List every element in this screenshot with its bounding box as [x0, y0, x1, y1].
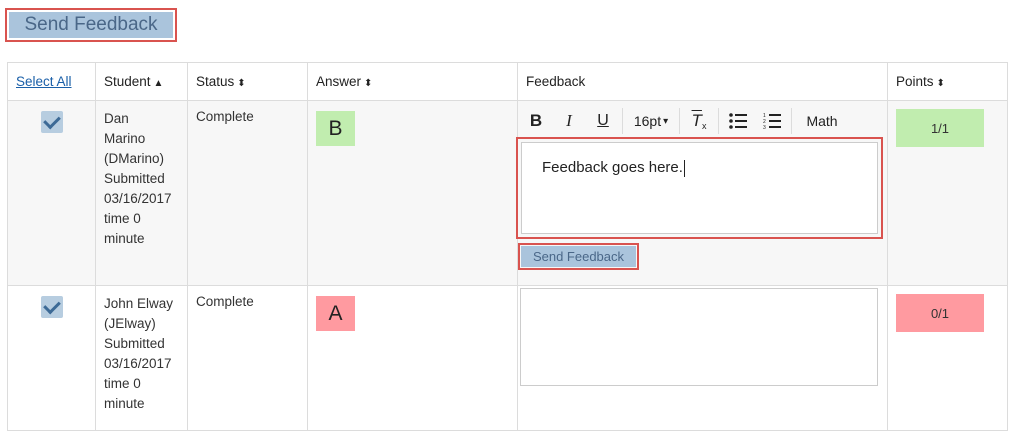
student-line: Marino	[104, 131, 146, 146]
toolbar-divider	[791, 108, 792, 134]
svg-text:3: 3	[763, 125, 766, 130]
points-badge[interactable]: 1/1	[896, 109, 984, 147]
sort-icon: ⬍	[936, 78, 945, 89]
student-line: John Elway	[104, 296, 174, 311]
feedback-editor[interactable]: Feedback goes here.	[521, 142, 878, 234]
answer-badge: B	[316, 111, 355, 146]
table-row: John Elway (JElway) Submitted 03/16/2017…	[7, 285, 1008, 431]
numbered-list-icon: 123	[763, 113, 781, 130]
points-cell: 0/1	[887, 285, 1008, 431]
feedback-cell	[517, 285, 888, 431]
points-cell: 1/1	[887, 100, 1008, 286]
row-send-feedback-highlight: Send Feedback	[518, 243, 639, 270]
student-cell: Dan Marino (DMarino) Submitted 03/16/201…	[95, 100, 188, 286]
italic-button[interactable]: I	[552, 105, 586, 137]
chevron-down-icon: ▾	[663, 115, 669, 127]
status-header[interactable]: Status ⬍	[187, 62, 308, 101]
status-header-label: Status	[196, 74, 235, 89]
clear-formatting-button[interactable]: Tx	[682, 105, 716, 137]
numbered-list-button[interactable]: 123	[755, 105, 789, 137]
student-line: Dan	[104, 111, 129, 126]
bullet-list-icon	[729, 113, 747, 129]
answer-cell: B	[307, 100, 518, 286]
sort-icon: ⬍	[237, 78, 246, 89]
student-header[interactable]: Student ▲	[95, 62, 188, 101]
status-cell: Complete	[187, 100, 308, 286]
answer-header-label: Answer	[316, 74, 362, 89]
student-header-label: Student	[104, 74, 151, 89]
student-line: (JElway)	[104, 316, 156, 331]
answer-badge: A	[316, 296, 355, 331]
student-line: 03/16/2017	[104, 356, 172, 371]
student-line: Submitted	[104, 171, 165, 186]
feedback-editor[interactable]	[520, 288, 878, 386]
row-checkbox[interactable]	[40, 296, 63, 318]
select-cell	[7, 285, 96, 431]
toolbar-divider	[679, 108, 680, 134]
bullet-list-button[interactable]	[721, 105, 755, 137]
underline-button[interactable]: U	[586, 105, 620, 137]
bold-button[interactable]: B	[520, 105, 552, 137]
feedback-text: Feedback goes here.	[542, 159, 683, 176]
student-line: minute	[104, 231, 145, 246]
table-row: Dan Marino (DMarino) Submitted 03/16/201…	[7, 100, 1008, 286]
sort-icon: ⬍	[364, 78, 373, 89]
points-header[interactable]: Points ⬍	[887, 62, 1008, 101]
points-header-label: Points	[896, 74, 934, 89]
feedback-editor-highlight: Feedback goes here.	[516, 137, 883, 239]
top-send-feedback-highlight: Send Feedback	[5, 8, 177, 42]
row-send-feedback-button[interactable]: Send Feedback	[521, 246, 636, 267]
row-checkbox[interactable]	[40, 111, 63, 133]
student-line: Submitted	[104, 336, 165, 351]
toolbar-divider	[718, 108, 719, 134]
font-size-value: 16pt	[633, 113, 662, 129]
feedback-cell: B I U 16pt ▾ Tx 123 Math Feedback goes h…	[516, 100, 888, 286]
answer-header[interactable]: Answer ⬍	[307, 62, 518, 101]
header-row: Select All Student ▲ Status ⬍ Answer ⬍ Feed…	[7, 62, 1008, 101]
student-cell: John Elway (JElway) Submitted 03/16/2017…	[95, 285, 188, 431]
answer-cell: A	[307, 285, 518, 431]
feedback-header-label: Feedback	[526, 74, 586, 89]
student-line: (DMarino)	[104, 151, 165, 166]
status-cell: Complete	[187, 285, 308, 431]
clear-formatting-icon: T	[691, 111, 702, 130]
student-line: 03/16/2017	[104, 191, 172, 206]
toolbar-divider	[622, 108, 623, 134]
select-all-link[interactable]: Select All	[16, 74, 72, 89]
select-cell	[7, 100, 96, 286]
editor-toolbar: B I U 16pt ▾ Tx 123 Math	[520, 103, 878, 139]
math-button[interactable]: Math	[794, 105, 850, 137]
text-cursor	[683, 159, 685, 177]
student-line: minute	[104, 396, 145, 411]
send-feedback-button[interactable]: Send Feedback	[9, 12, 173, 38]
sort-asc-icon: ▲	[153, 78, 164, 89]
select-all-header: Select All	[7, 62, 96, 101]
font-size-dropdown[interactable]: 16pt ▾	[625, 105, 677, 137]
student-line: time 0	[104, 376, 141, 391]
points-badge[interactable]: 0/1	[896, 294, 984, 332]
student-line: time 0	[104, 211, 141, 226]
feedback-header: Feedback	[517, 62, 888, 101]
grading-table: Select All Student ▲ Status ⬍ Answer ⬍ Feed…	[7, 62, 1008, 431]
